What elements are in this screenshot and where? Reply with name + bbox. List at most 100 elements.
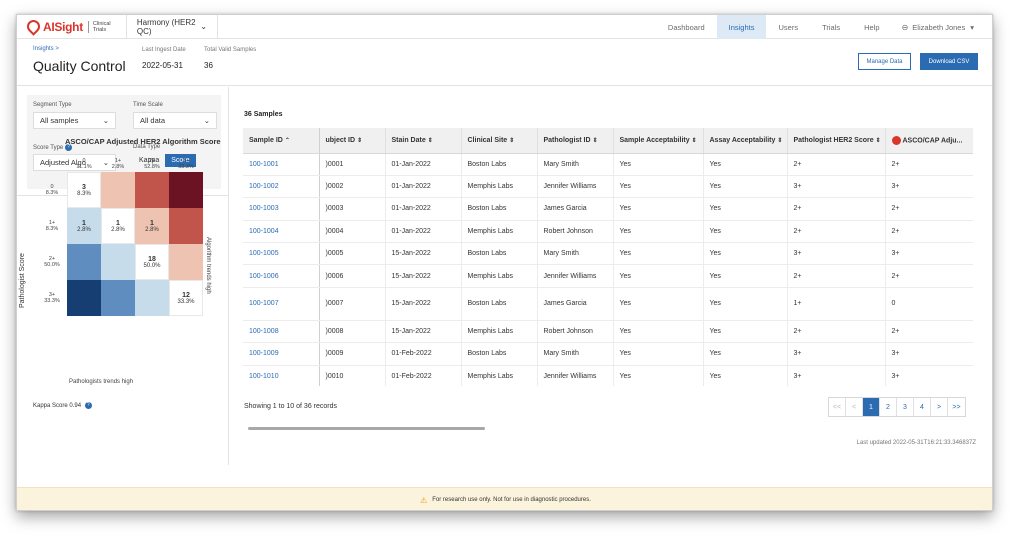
valid-samples-value: 36 [204,61,213,70]
ingest-value: 2022-05-31 [142,61,183,70]
segment-type-label: Segment Type [33,102,72,108]
cell-subject-id: )0002 [319,175,386,199]
user-menu[interactable]: ⊖ Elizabeth Jones ▾ [892,15,992,39]
table-row[interactable]: 100-1005)0005 15-Jan-2022 Boston Labs Mary … [243,242,973,266]
help-icon[interactable]: ? [84,402,92,409]
cell-pathologist: Robert Johnson [537,220,614,244]
table-row[interactable]: 100-1007)0007 15-Jan-2022 Boston Labs James… [243,287,973,321]
brand-logo[interactable]: AISight Clinical Trials [17,15,114,39]
cell-assay-acceptability: Yes [703,220,788,244]
brand-subtitle: Clinical Trials [87,20,114,33]
prev-page-button[interactable]: < [846,398,863,416]
cell-stain-date: 01-Feb-2022 [385,365,462,386]
col-sample-acceptability[interactable]: Sample Acceptability ⇕ [613,128,704,154]
cell-sample-id[interactable]: 100-1005 [243,242,320,266]
cell-percent: 2.8% [145,226,159,233]
cell-count: 3 [82,183,86,191]
last-page-button[interactable]: >> [948,398,965,416]
cell-pathologist-her2: 2+ [787,220,886,244]
nav-insights[interactable]: Insights [716,15,767,39]
cell-percent: 8.3% [77,190,91,197]
nav-dashboard[interactable]: Dashboard [656,15,717,39]
score-type-label-text: Score Type [33,145,64,152]
asco-logo-icon [891,135,901,145]
time-scale-label: Time Scale [133,102,163,108]
cell-sample-id[interactable]: 100-1001 [243,153,320,176]
next-page-button[interactable]: > [931,398,948,416]
table-row[interactable]: 100-1003)0003 01-Jan-2022 Boston Labs James… [243,197,973,221]
table-row[interactable]: 100-1004)0004 01-Jan-2022 Memphis Labs Robe… [243,220,973,244]
cell-sample-id[interactable]: 100-1010 [243,365,320,386]
page-button[interactable]: 1 [863,398,880,416]
col-pathologist-id[interactable]: Pathologist ID ⇕ [537,128,614,154]
table-row[interactable]: 100-1008)0008 15-Jan-2022 Memphis Labs Robe… [243,320,973,344]
cell-sample-id[interactable]: 100-1002 [243,175,320,199]
nav-trials[interactable]: Trials [810,15,852,39]
first-page-button[interactable]: << [829,398,846,416]
time-scale-select[interactable]: All data ⌄ [133,112,217,129]
kappa-score: Kappa Score 0.94 ? [33,402,92,409]
manage-data-button[interactable]: Manage Data [858,53,911,70]
cell-stain-date: 01-Jan-2022 [385,175,462,199]
cell-clinical-site: Boston Labs [461,287,538,321]
cell-sample-id[interactable]: 100-1006 [243,264,320,288]
col-label: Assay Acceptability [709,136,776,144]
page-title: Quality Control [33,58,126,74]
table-row[interactable]: 100-1001)0001 01-Jan-2022 Boston Labs Mary … [243,153,973,176]
breadcrumb[interactable]: Insights > [33,46,59,52]
page-button[interactable]: 4 [914,398,931,416]
cell-sample-id[interactable]: 100-1009 [243,342,320,366]
matrix-cell [169,208,203,244]
cell-sample-id[interactable]: 100-1003 [243,197,320,221]
sort-icon: ⇕ [875,137,881,144]
col-sample-id[interactable]: Sample ID ⌃ [243,128,320,154]
cell-clinical-site: Boston Labs [461,197,538,221]
cell-assay-acceptability: Yes [703,342,788,366]
download-csv-button[interactable]: Download CSV [920,53,978,70]
cell-sample-acceptability: Yes [613,287,704,321]
cell-subject-id: )0003 [319,197,386,221]
col-asco-cap[interactable]: ASCO/CAP Adju... [885,128,973,154]
col-pathologist-her2[interactable]: Pathologist HER2 Score ⇕ [787,128,886,154]
segment-type-value: All samples [40,116,79,125]
col-assay-acceptability[interactable]: Assay Acceptability ⇕ [703,128,788,154]
cell-asco-cap: 3+ [885,365,973,386]
col-stain-date[interactable]: Stain Date ⇕ [385,128,462,154]
cell-asco-cap: 2+ [885,220,973,244]
cell-clinical-site: Memphis Labs [461,175,538,199]
cell-assay-acceptability: Yes [703,153,788,176]
table-row[interactable]: 100-1006)0006 15-Jan-2022 Memphis Labs Jenn… [243,264,973,288]
cell-sample-id[interactable]: 100-1007 [243,287,320,321]
matrix-cell: 1 2.8% [135,208,169,244]
cell-sample-id[interactable]: 100-1004 [243,220,320,244]
page-button[interactable]: 3 [897,398,914,416]
cell-sample-acceptability: Yes [613,153,704,176]
nav-links: Dashboard Insights Users Trials Help ⊖ E… [656,15,992,39]
nav-help[interactable]: Help [852,15,891,39]
col-clinical-site[interactable]: Clinical Site ⇕ [461,128,538,154]
cell-sample-id[interactable]: 100-1008 [243,320,320,344]
nav-users[interactable]: Users [766,15,810,39]
matrix-bottom-label: Pathologists trends high [69,379,134,385]
table-row[interactable]: 100-1010)0010 01-Feb-2022 Memphis Labs Jenn… [243,365,973,386]
user-name: Elizabeth Jones [912,22,966,32]
cell-sample-acceptability: Yes [613,320,704,344]
segment-type-select[interactable]: All samples ⌄ [33,112,116,129]
row-percent: 33.3% [44,298,60,304]
cell-pathologist-her2: 1+ [787,287,886,321]
cell-assay-acceptability: Yes [703,264,788,288]
page-button[interactable]: 2 [880,398,897,416]
cell-count: 1 [150,219,154,227]
warning-icon: ⚠ [420,495,428,505]
table-row[interactable]: 100-1009)0009 01-Feb-2022 Boston Labs Mary … [243,342,973,366]
col-subject-id[interactable]: ubject ID ⇕ [319,128,386,154]
cell-asco-cap: 2+ [885,320,973,344]
cell-asco-cap: 0 [885,287,973,321]
chevron-down-icon: ⌄ [200,22,207,31]
matrix-cell: 12 33.3% [169,280,203,316]
horizontal-scrollbar[interactable] [248,427,485,430]
matrix-cell [169,172,203,208]
cell-asco-cap: 2+ [885,197,973,221]
study-select[interactable]: Harmony (HER2 QC) ⌄ [125,15,218,39]
table-row[interactable]: 100-1002)0002 01-Jan-2022 Memphis Labs Jenn… [243,175,973,199]
